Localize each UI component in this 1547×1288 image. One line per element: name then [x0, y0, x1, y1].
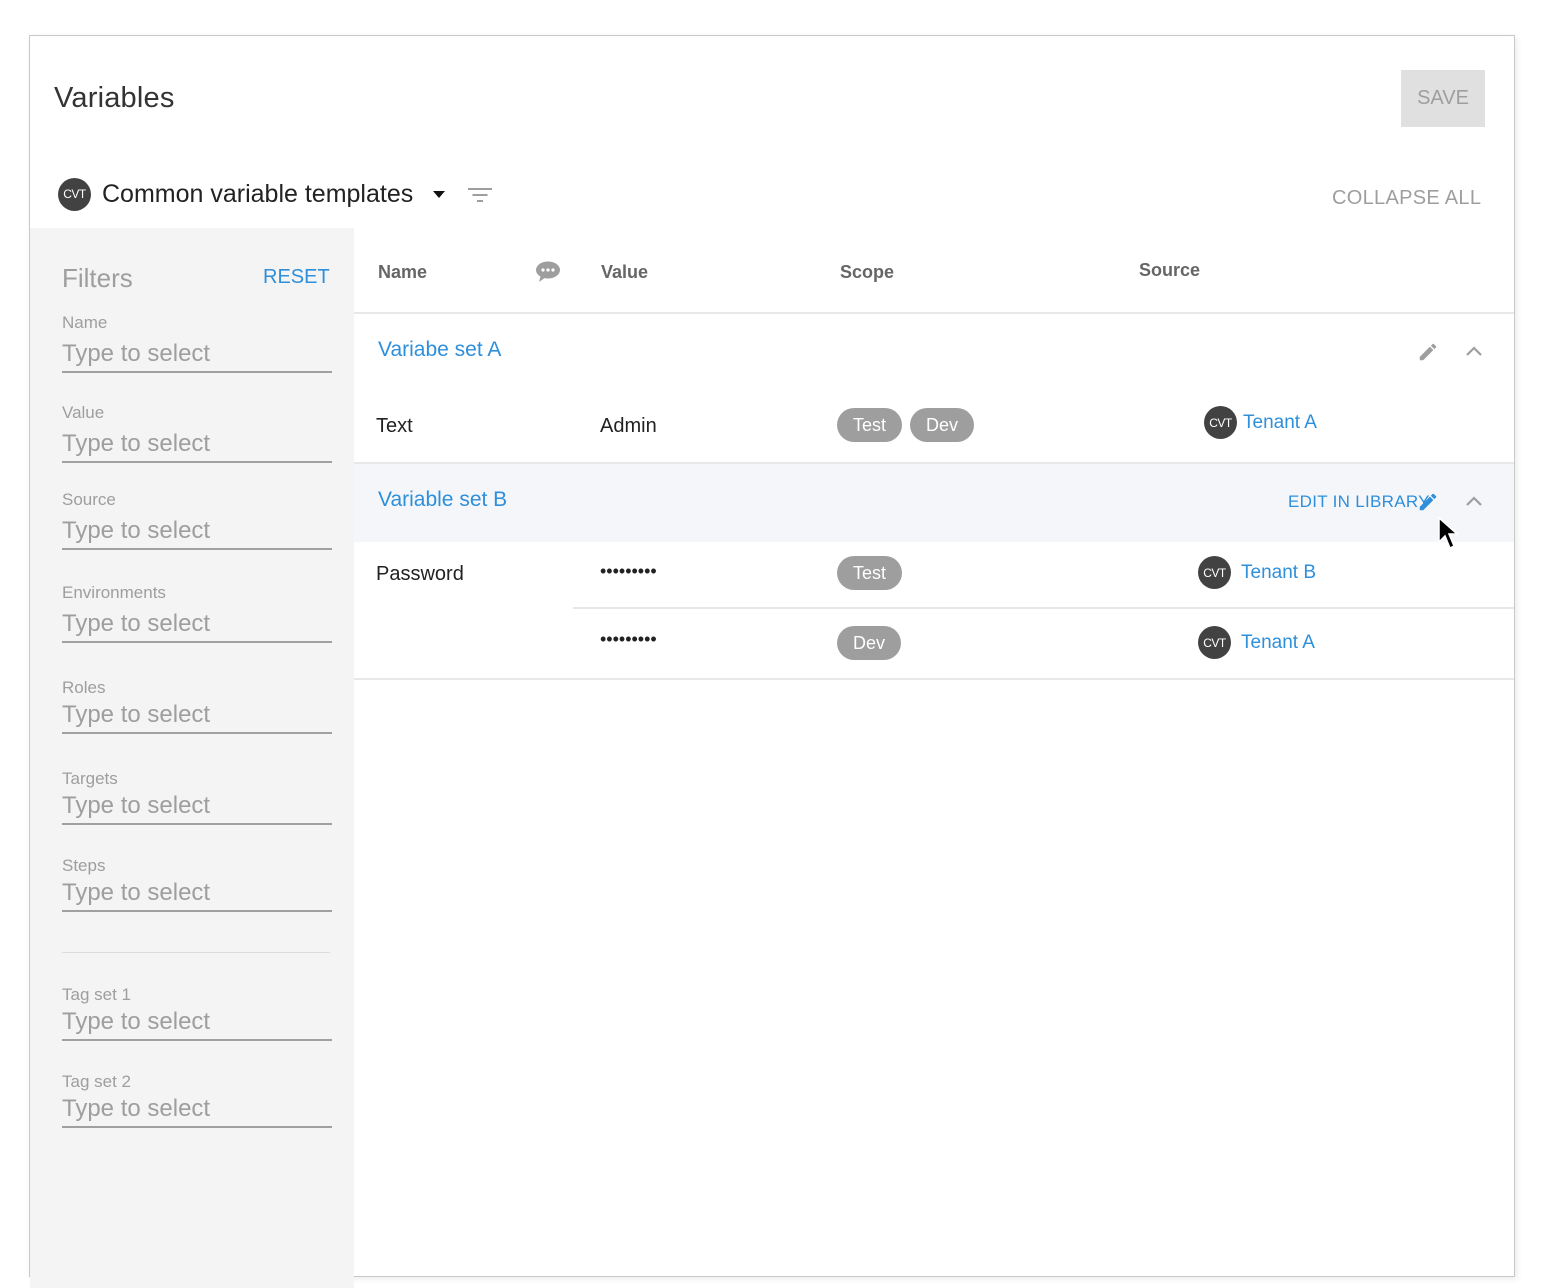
scope-chip: Dev [837, 626, 902, 660]
table-row[interactable]: ••••••••• Dev CVT Tenant A [354, 609, 1514, 680]
pencil-icon[interactable] [1417, 491, 1439, 513]
scope-cell: Test [837, 556, 910, 590]
filter-icon[interactable] [467, 183, 493, 205]
chevron-up-icon[interactable] [1464, 494, 1484, 508]
filters-title: Filters [62, 263, 133, 293]
filter-name-input[interactable] [62, 337, 332, 373]
table-row[interactable]: Text Admin Test Dev CVT Tenant A [354, 390, 1514, 464]
source-avatar: CVT [1204, 406, 1237, 439]
column-header-source[interactable]: Source [1139, 260, 1200, 281]
source-link[interactable]: Tenant A [1241, 632, 1315, 654]
chevron-up-icon[interactable] [1464, 344, 1484, 358]
source-link[interactable]: Tenant A [1243, 412, 1317, 434]
column-header-value[interactable]: Value [601, 262, 648, 283]
source-cell: CVT Tenant B [1198, 556, 1316, 589]
variable-set-title[interactable]: Variable set B [378, 488, 507, 512]
filter-label: Source [62, 490, 116, 509]
scope-chip: Test [837, 408, 903, 442]
row-divider [354, 678, 1514, 680]
filter-name: Name [62, 313, 332, 373]
variable-value-masked: ••••••••• [600, 629, 657, 649]
filter-environments-input[interactable] [62, 607, 332, 643]
column-header-scope[interactable]: Scope [840, 262, 894, 283]
filter-label: Roles [62, 678, 106, 697]
filter-tag-set-2: Tag set 2 [62, 1072, 332, 1128]
filter-tag-set-1-input[interactable] [62, 1005, 332, 1041]
scope-chip: Test [837, 556, 903, 590]
scope-cell: Dev [837, 626, 909, 660]
edit-in-library-button[interactable]: EDIT IN LIBRARY [1288, 492, 1430, 512]
filter-label: Environments [62, 583, 166, 602]
sidebar-divider [62, 952, 330, 953]
filter-roles: Roles [62, 678, 332, 734]
filter-targets: Targets [62, 769, 332, 825]
caret-down-icon[interactable] [433, 190, 446, 198]
filter-source-input[interactable] [62, 514, 332, 550]
source-avatar: CVT [1198, 626, 1231, 659]
table-header: Name Value Scope Source [354, 228, 1514, 314]
filter-label: Tag set 1 [62, 985, 131, 1004]
comment-icon[interactable] [535, 261, 561, 288]
column-header-name[interactable]: Name [378, 262, 427, 283]
source-avatar: CVT [1198, 556, 1231, 589]
variable-set-title[interactable]: Variabe set A [378, 338, 501, 362]
filter-steps: Steps [62, 856, 332, 912]
filter-tag-set-1: Tag set 1 [62, 985, 332, 1041]
filter-source: Source [62, 490, 332, 550]
variable-set-header: Variable set B EDIT IN LIBRARY [354, 464, 1514, 542]
filter-value: Value [62, 403, 332, 463]
variable-name: Text [376, 415, 413, 437]
filter-targets-input[interactable] [62, 789, 332, 825]
filter-label: Tag set 2 [62, 1072, 131, 1091]
page-title: Variables [54, 82, 175, 114]
source-cell: CVT Tenant A [1198, 626, 1315, 659]
variables-table: Name Value Scope Source Variabe set A Te… [354, 228, 1514, 680]
variable-value-masked: ••••••••• [600, 561, 657, 581]
variables-panel: Variables SAVE CVT Common variable templ… [29, 35, 1515, 1288]
scope-cell: Test Dev [837, 408, 982, 442]
filter-environments: Environments [62, 583, 332, 643]
collapse-all-button[interactable]: COLLAPSE ALL [1332, 187, 1481, 210]
table-row[interactable]: Password ••••••••• Test CVT Tenant B [354, 542, 1514, 609]
reset-button[interactable]: RESET [263, 266, 330, 289]
filter-value-input[interactable] [62, 427, 332, 463]
filter-steps-input[interactable] [62, 876, 332, 912]
library-name[interactable]: Common variable templates [102, 180, 413, 209]
source-cell: CVT Tenant A [1204, 406, 1317, 439]
library-avatar: CVT [58, 177, 91, 211]
source-link[interactable]: Tenant B [1241, 562, 1316, 584]
mouse-cursor-icon [1437, 516, 1461, 557]
scope-chip: Dev [910, 408, 975, 442]
filter-tag-set-2-input[interactable] [62, 1092, 332, 1128]
variable-value: Admin [600, 415, 657, 437]
variable-set-header: Variabe set A [354, 314, 1514, 390]
filter-label: Value [62, 403, 105, 422]
filter-roles-input[interactable] [62, 698, 332, 734]
filters-sidebar: Filters RESET Name Value Source Environm… [30, 228, 354, 1288]
library-selector[interactable]: CVT Common variable templates [58, 176, 493, 212]
save-button[interactable]: SAVE [1401, 70, 1485, 127]
variable-name: Password [376, 563, 464, 585]
filter-label: Name [62, 313, 108, 332]
filter-label: Steps [62, 856, 106, 875]
pencil-icon[interactable] [1417, 341, 1439, 363]
filter-label: Targets [62, 769, 118, 788]
